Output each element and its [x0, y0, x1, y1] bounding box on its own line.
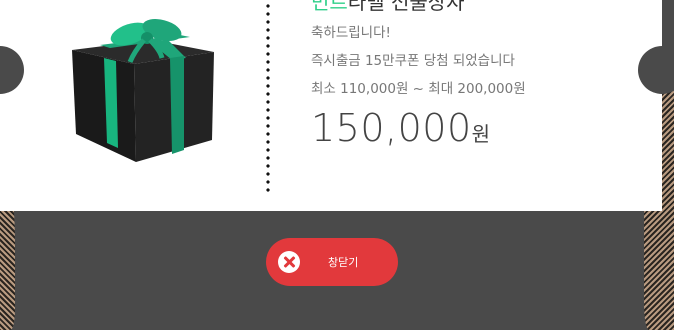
close-button-label: 창닫기 — [328, 256, 359, 269]
ticket-notch-right — [638, 46, 674, 94]
congrats-text: 축하드립니다! — [311, 25, 391, 41]
title-accent: 민트 — [311, 0, 348, 14]
prize-amount: 150,000원 — [311, 106, 490, 150]
gift-box-image — [72, 19, 214, 162]
ticket-notch-left — [0, 46, 24, 94]
close-icon — [278, 251, 300, 273]
prize-message: 즉시출금 15만쿠폰 당첨 되었습니다 — [311, 53, 515, 69]
prize-amount-value: 150,000 — [311, 106, 472, 150]
popup-title: 민트라벨 선물상자 — [311, 0, 465, 15]
prize-amount-unit: 원 — [471, 122, 491, 146]
gift-coupon-card: 민트라벨 선물상자 축하드립니다! 즉시출금 15만쿠폰 당첨 되었습니다 최소… — [0, 0, 674, 211]
close-window-button[interactable]: 창닫기 — [266, 238, 398, 286]
prize-range: 최소 110,000원 ~ 최대 200,000원 — [311, 81, 526, 97]
title-rest: 라벨 선물상자 — [347, 0, 465, 14]
dotted-divider — [266, 0, 270, 194]
